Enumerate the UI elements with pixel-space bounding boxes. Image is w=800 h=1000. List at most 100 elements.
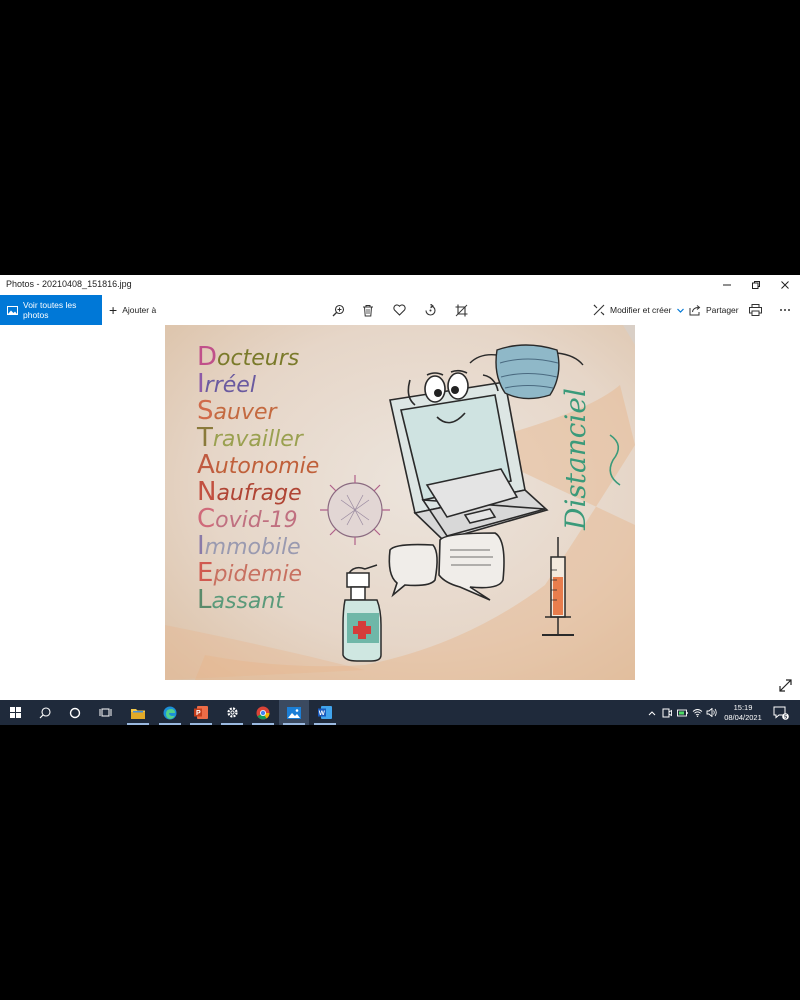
acrostic-initial: A [197,450,215,480]
cortana-icon [69,707,81,718]
taskbar-chrome[interactable] [248,700,278,725]
heart-icon [392,304,406,316]
tray-overflow-button[interactable] [645,700,659,725]
share-label: Partager [706,305,739,315]
clock-date: 08/04/2021 [724,713,762,722]
taskbar-edge[interactable] [155,700,185,725]
chevron-up-icon [648,710,656,715]
tray-volume[interactable] [704,700,718,725]
chevron-down-icon [677,308,685,313]
taskbar: P W 15:19 08/04/2021 5 [0,700,800,725]
acrostic-rest: assant [212,589,286,614]
print-button[interactable] [742,295,768,325]
close-button[interactable] [770,275,800,295]
notification-icon: 5 [773,706,789,720]
close-icon [781,281,789,289]
windows-logo-icon [9,707,21,718]
taskbar-settings[interactable] [217,700,247,725]
minimize-icon [723,284,731,286]
tray-wifi[interactable] [690,700,704,725]
acrostic-initial: C [197,504,215,534]
favorite-button[interactable] [386,295,412,325]
minimize-button[interactable] [712,275,742,295]
speaker-icon [706,708,717,717]
edit-create-button[interactable]: Modifier et créer [593,295,685,325]
acrostic-initial: L [197,585,212,615]
action-center-button[interactable]: 5 [770,700,792,725]
start-button[interactable] [0,700,30,725]
acrostic-initial: T [196,423,213,453]
fullscreen-button[interactable] [776,676,794,694]
more-icon [780,309,790,311]
battery-icon [676,709,688,716]
acrostic-word: Travailler [196,423,305,453]
share-icon [689,305,701,316]
svg-text:W: W [319,710,326,717]
printer-icon [748,304,762,316]
acrostic-word: Sauver [197,396,278,426]
acrostic-word: Docteurs [197,342,299,372]
rotate-icon [424,303,436,316]
share-button[interactable]: Partager [689,295,739,325]
edit-create-label: Modifier et créer [610,305,672,315]
restore-button[interactable] [741,275,771,295]
acrostic-initial: E [197,558,213,588]
svg-text:P: P [196,710,201,717]
acrostic-rest: ovid-19 [215,508,298,533]
clock-time: 15:19 [733,703,753,712]
virus-drawing [320,475,390,545]
gear-icon [226,707,238,718]
acrostic-initial: N [197,477,216,507]
edit-create-icon [593,304,605,316]
more-button[interactable] [772,295,798,325]
expand-icon [778,678,792,692]
zoom-button[interactable] [325,295,351,325]
acrostic-rest: pidemie [212,562,302,587]
rotate-button[interactable] [417,295,443,325]
acrostic-word: Covid-19 [197,504,298,534]
tray-meet-now[interactable] [660,700,674,725]
title-bar: Photos - 20210408_151816.jpg [0,275,800,295]
taskbar-photos[interactable] [279,700,309,725]
all-photos-button[interactable]: Voir toutes les photos [0,295,102,325]
all-photos-label: Voir toutes les photos [23,300,77,320]
acrostic-word: Lassant [197,585,285,615]
wifi-icon [692,709,702,717]
add-to-label: Ajouter à [122,305,157,315]
vertical-word-distanciel: Distanciel [559,388,592,531]
acrostic-rest: utonomie [215,454,320,479]
acrostic-rest: rréel [205,373,256,398]
word-icon: W [318,706,332,719]
tray-battery[interactable] [675,700,689,725]
acrostic-initial: I [197,531,205,561]
crop-button[interactable] [448,295,474,325]
acrostic-rest: auver [214,400,279,425]
photos-icon [7,305,18,315]
add-to-button[interactable]: + Ajouter à [109,295,156,325]
task-view-icon [99,708,111,717]
acrostic-rest: mmobile [205,535,301,560]
cortana-button[interactable] [60,700,90,725]
acrostic-initial: D [197,342,217,372]
task-view-button[interactable] [90,700,120,725]
powerpoint-icon: P [194,706,208,719]
plus-icon: + [109,302,118,318]
chrome-icon [256,706,270,719]
meet-icon [662,708,672,717]
toolbar: Voir toutes les photos + Ajouter à Modif… [0,295,800,325]
trash-icon [363,304,373,316]
restore-icon [752,281,760,289]
acrostic-rest: aufrage [216,481,301,506]
photo-image: DocteursIrréelSauverTravaillerAutonomieN… [165,325,635,680]
taskbar-file-explorer[interactable] [123,700,153,725]
delete-button[interactable] [355,295,381,325]
acrostic-word: Irréel [197,369,256,399]
taskbar-powerpoint[interactable]: P [186,700,216,725]
acrostic-word: Immobile [197,531,301,561]
taskbar-clock[interactable]: 15:19 08/04/2021 [720,703,766,723]
taskbar-word[interactable]: W [310,700,340,725]
acrostic-initial: I [197,369,205,399]
acrostic-rest: octeurs [217,346,299,371]
search-button[interactable] [30,700,60,725]
zoom-icon [332,304,344,316]
